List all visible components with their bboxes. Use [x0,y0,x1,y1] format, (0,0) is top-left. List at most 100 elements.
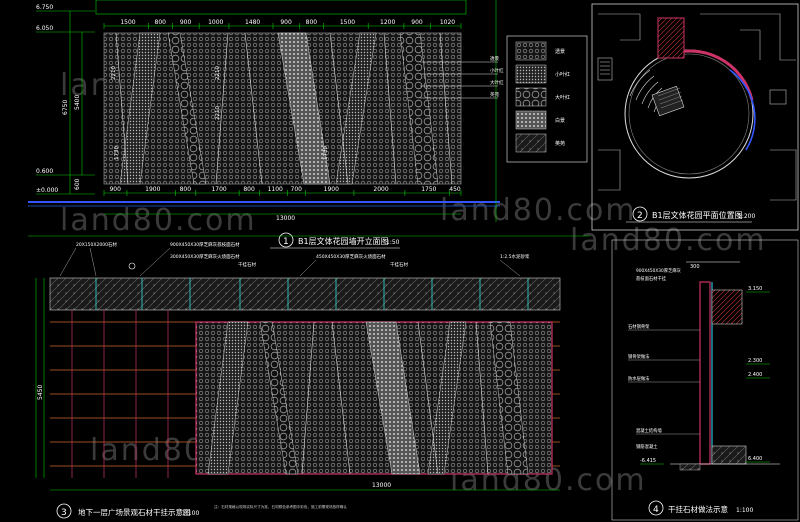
entry-structure [657,17,685,59]
dim-label: 1900 [324,186,339,193]
top-dimension-row-1: 1500 800 900 1000 1480 900 800 1500 1200 900 1020 [103,19,462,29]
legend-swatch [515,133,547,153]
caption-title: B1层文体花园墙开立面图 [298,236,389,246]
dim-label: 600 [74,178,81,190]
wall-cap [95,0,467,15]
caption-title: 地下一层广场景观石材干挂示意图 [78,507,191,517]
callouts-4: 900X450X30厚芝麻灰 荔枝面石材干挂 石材钢骨架 钢骨架做法 防水层做法… [628,267,682,450]
dim-label: 900 [109,186,121,193]
dim-label: 5450 [37,385,44,400]
cad-drawing-canvas: land80.com land80.com land80.com land80.… [28,0,799,521]
caption-title: B1层文体花园平面位置图 [652,210,743,220]
overall-width-label: 13000 [276,215,295,222]
dim-label: 300 [690,264,700,270]
caption-scale: 1:100 [182,510,199,517]
callout-label: 900X450X30厚芝麻灰荔枝面石材 [170,241,240,248]
dim-label: 2000 [373,186,388,193]
stone-cladding [699,281,711,465]
feature-wall-arc-blue [729,69,756,151]
dim-label: 450 [449,186,461,193]
legend-swatch [515,64,547,84]
level-label: 0.600 [36,168,53,175]
dim-label: 2210 [215,66,221,80]
dim-label: 6750 [62,100,69,115]
dim-label: 800 [243,186,255,193]
dim-label: 900 [280,19,292,26]
dim-label: 900 [411,19,423,26]
callout-label: 1:2.5水泥砂浆 [500,253,530,260]
legend-label: 白景 [555,117,565,124]
svg-text:英苑: 英苑 [490,91,499,98]
callout-label: 防水层做法 [628,375,650,382]
callout-label: 石材钢骨架 [628,323,650,330]
dim-label: 1700 [211,186,226,193]
level-label: 6.400 [748,456,762,462]
callout-label: 干挂石材 [238,261,256,268]
dim-label: 800 [155,19,167,26]
material-legend: 透景 小叶红 大叶红 白景 英苑 [506,35,588,163]
callout-label: 荔枝面石材干挂 [636,275,667,282]
legend-leader-labels: 透景 小叶红 大叶红 英苑 [490,55,504,98]
dim-label: 2210 [215,106,221,120]
svg-text:大叶红: 大叶红 [490,79,504,86]
svg-text:小叶红: 小叶红 [490,67,504,74]
legend-swatch [515,110,547,130]
caption-1: 1 B1层文体花园墙开立面图 1:50 [270,232,400,249]
level-label: 6.050 [36,25,53,32]
level-label: ±0.000 [36,187,58,194]
dim-label: 1730 [323,146,329,160]
dim-label: 1000 [208,19,223,26]
bottom-dimension-row-1: 900 1900 800 1700 800 1100 700 1900 2000 1750 450 [103,186,462,196]
callout-label: 900X450X30厚芝麻灰 [636,267,682,274]
legend-swatch [515,41,547,61]
legend-label: 英苑 [555,140,565,147]
dim-label: 700 [291,186,303,193]
drawing-note: 注：石材规格以现场实际尺寸为准，石材颜色参考图中彩色，施工前需现场放样确认 [214,504,347,509]
callout-label: 钢骨架做法 [628,353,650,360]
caption-number: 4 [653,505,659,515]
watermark-text: land80.com [60,203,257,238]
caption-number: 1 [283,237,289,247]
dim-label: 1200 [380,19,395,26]
level-label: 2.400 [748,372,762,378]
dim-label: 900 [180,19,192,26]
callout-label: 300X450X30厚芝麻灰火烧面石材 [170,253,240,260]
level-label: -6.415 [640,458,656,464]
dim-label: 800 [180,186,192,193]
legend-swatch [515,87,547,107]
watermark-text: land80.com [570,223,767,258]
caption-scale: 1:200 [738,213,755,220]
callout-label: 干挂石材 [390,261,408,268]
callout-label: 混凝土结构墙 [636,427,662,434]
dim-label: 1020 [440,19,455,26]
dim-label: 1730 [114,146,120,160]
level-label: 2.300 [748,358,762,364]
plaza-circle-inner [628,53,750,175]
callout-label: 450X450X30厚芝麻灰火烧面石材 [316,253,386,260]
caption-2: 2 B1层文体花园平面位置图 1:200 [626,206,755,223]
footing [711,445,747,465]
dim-label: 5400 [74,95,81,110]
legend-label: 大叶红 [555,94,570,101]
callout-label: 钢筋混凝土 [636,443,658,450]
dim-label: 1750 [421,186,436,193]
legend-label: 透景 [555,48,565,55]
caption-number: 2 [637,211,643,221]
overall-width-label: 13000 [372,482,391,489]
dim-label: 1900 [145,186,160,193]
stone-course [49,277,561,311]
legend-label: 小叶红 [555,71,570,78]
planter-block [711,289,743,325]
caption-scale: 1:50 [386,239,400,246]
dim-label: 1480 [245,19,260,26]
dim-label: 2210 [111,66,117,80]
caption-3: 3 地下一层广场景观石材干挂示意图 1:100 注：石材规格以现场实际尺寸为准，… [56,503,347,519]
dim-label: 800 [306,19,318,26]
level-label: 3.150 [748,286,762,292]
dim-label: 1100 [268,186,283,193]
level-label: 6.750 [36,4,53,11]
caption-title: 干挂石材做法示意 [668,504,728,514]
svg-text:透景: 透景 [490,55,499,62]
caption-number: 3 [61,508,67,518]
caption-scale: 1:100 [736,507,753,514]
